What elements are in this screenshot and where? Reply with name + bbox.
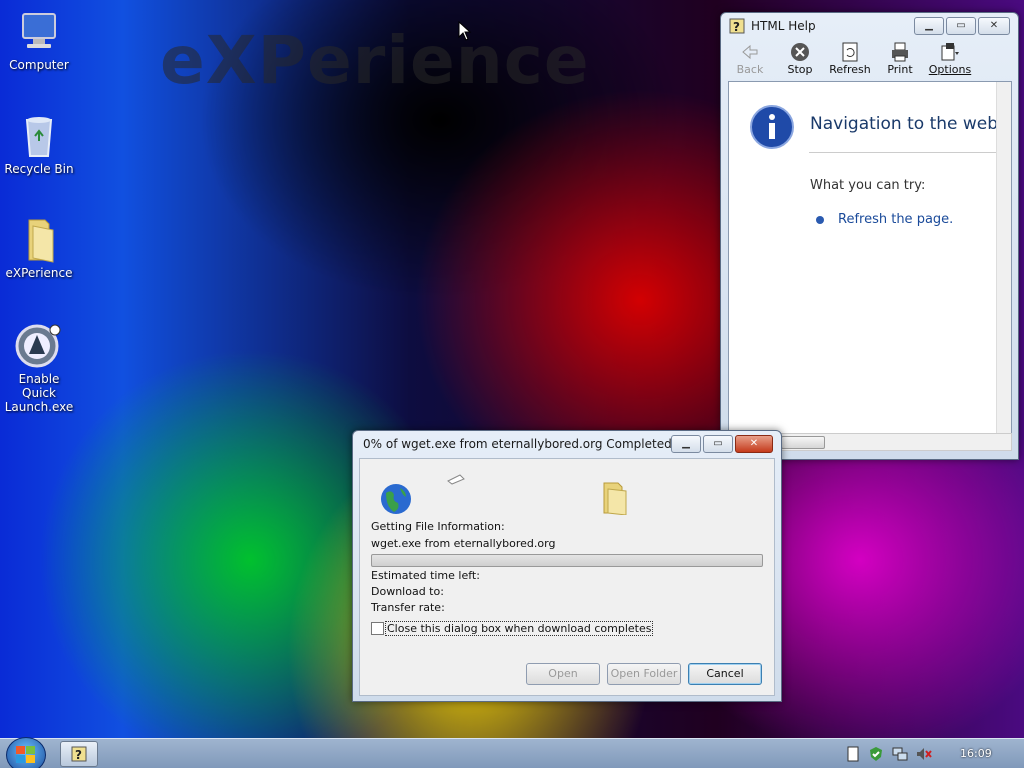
help-icon: ?: [71, 746, 87, 762]
print-button[interactable]: Print: [877, 39, 923, 79]
svg-text:?: ?: [75, 748, 82, 762]
dialog-body: Getting File Information: wget.exe from …: [359, 458, 775, 696]
refresh-page-link[interactable]: Refresh the page.: [838, 212, 953, 227]
estimated-time-label: Estimated time left:: [371, 569, 480, 582]
refresh-button[interactable]: Refresh: [827, 39, 873, 79]
info-icon: [750, 105, 794, 149]
desktop-icon-recycle-bin[interactable]: Recycle Bin: [0, 112, 78, 176]
taskbar-help-button[interactable]: ?: [60, 741, 98, 767]
print-label: Print: [887, 63, 913, 76]
stop-button[interactable]: Stop: [777, 39, 823, 79]
start-button[interactable]: [6, 737, 46, 768]
flying-paper-icon: [447, 474, 465, 485]
computer-icon: [15, 8, 63, 56]
recycle-bin-icon: [15, 112, 63, 160]
clock[interactable]: 16:09: [960, 747, 992, 760]
printer-icon: [890, 42, 910, 62]
system-tray: [846, 746, 932, 762]
error-heading: Navigation to the webp: [810, 114, 1009, 134]
minimize-button[interactable]: ▁: [914, 17, 944, 35]
desktop-icon-computer[interactable]: Computer: [0, 8, 78, 72]
desktop-icon-experience[interactable]: eXPerience: [0, 216, 78, 280]
stop-label: Stop: [787, 63, 813, 76]
maximize-button[interactable]: ▭: [703, 435, 733, 453]
volume-muted-icon[interactable]: [916, 746, 932, 762]
back-arrow-icon: [740, 42, 760, 62]
taskbar: ? 16:09: [0, 737, 1024, 768]
help-toolbar: Back Stop Refresh Print Options: [721, 39, 1018, 79]
desktop-icon-enable-quick-launch[interactable]: Enable Quick Launch.exe: [0, 322, 78, 414]
close-on-complete-label[interactable]: Close this dialog box when download comp…: [385, 621, 654, 636]
status-label: Getting File Information:: [371, 520, 505, 533]
open-button[interactable]: Open: [526, 663, 600, 685]
html-help-window[interactable]: ? HTML Help ▁ ▭ ✕ Back Stop Refresh Prin…: [720, 12, 1019, 460]
desktop-icon-label: Recycle Bin: [4, 162, 74, 176]
download-progress-bar: [371, 554, 763, 567]
minimize-button[interactable]: ▁: [671, 435, 701, 453]
stop-icon: [790, 42, 810, 62]
close-button[interactable]: ✕: [978, 17, 1010, 35]
suggestion-heading: What you can try:: [810, 178, 926, 193]
desktop-watermark: eXPerience: [160, 22, 590, 99]
options-button[interactable]: Options: [927, 39, 973, 79]
refresh-label: Refresh: [829, 63, 871, 76]
mouse-cursor-icon: [458, 21, 472, 41]
maximize-button[interactable]: ▭: [946, 17, 976, 35]
transfer-rate-label: Transfer rate:: [371, 601, 445, 614]
help-window-title: HTML Help: [751, 19, 816, 33]
desktop-icon-label: eXPerience: [5, 266, 73, 280]
file-info: wget.exe from eternallybored.org: [371, 537, 556, 550]
folder-icon: [603, 482, 627, 515]
back-label: Back: [736, 63, 764, 76]
scrollbar-thumb[interactable]: [781, 436, 825, 449]
help-icon: ?: [729, 18, 745, 34]
document-tray-icon[interactable]: [846, 746, 860, 762]
desktop-icon-label: Enable Quick Launch.exe: [4, 372, 74, 414]
globe-icon: [381, 484, 411, 514]
options-icon: [940, 42, 960, 62]
divider: [809, 152, 1009, 153]
close-on-complete-checkbox[interactable]: [371, 622, 384, 635]
download-to-label: Download to:: [371, 585, 444, 598]
back-button[interactable]: Back: [727, 39, 773, 79]
help-content-pane: Navigation to the webp What you can try:…: [728, 81, 1012, 435]
dialog-title: 0% of wget.exe from eternallybored.org C…: [363, 437, 672, 451]
vertical-scrollbar[interactable]: [996, 82, 1011, 434]
svg-text:?: ?: [733, 20, 740, 34]
open-folder-button[interactable]: Open Folder: [607, 663, 681, 685]
bullet-icon: [816, 216, 824, 224]
security-shield-icon[interactable]: [868, 746, 884, 762]
folder-icon: [15, 216, 63, 264]
download-dialog[interactable]: 0% of wget.exe from eternallybored.org C…: [352, 430, 782, 702]
network-icon[interactable]: [892, 746, 908, 762]
cancel-button[interactable]: Cancel: [688, 663, 762, 685]
close-button[interactable]: ✕: [735, 435, 773, 453]
launch-app-icon: [15, 322, 63, 370]
windows-logo-icon: [16, 746, 35, 763]
refresh-icon: [840, 42, 860, 62]
options-label: Options: [928, 63, 972, 76]
desktop-icon-label: Computer: [9, 58, 69, 72]
